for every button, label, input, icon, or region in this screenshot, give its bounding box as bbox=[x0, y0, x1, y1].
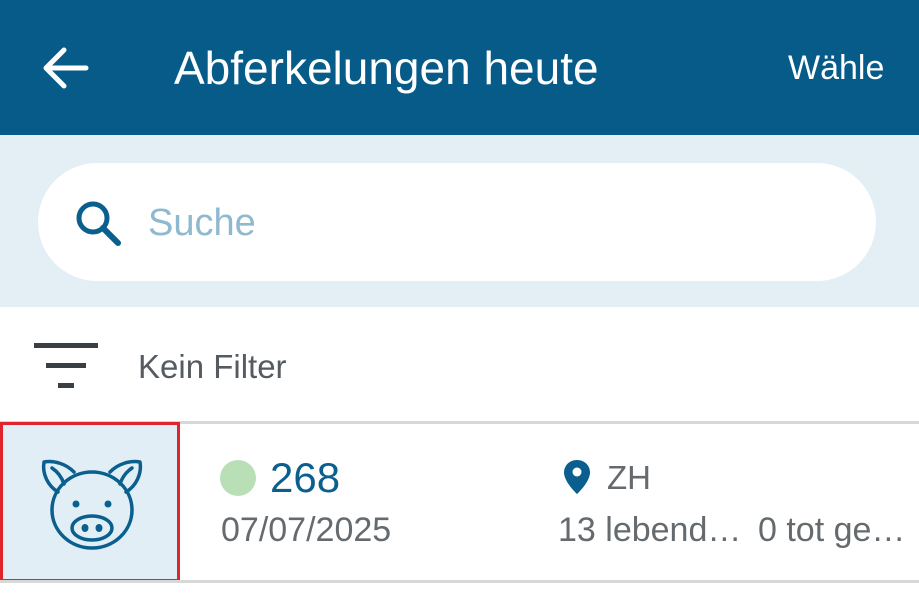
list-item[interactable]: 268 07/07/2025 ZH 13 lebend geboren 0 to… bbox=[0, 422, 919, 582]
sow-number: 268 bbox=[270, 454, 341, 501]
search-icon bbox=[76, 201, 121, 246]
filter-label: Kein Filter bbox=[138, 348, 287, 385]
filter-icon bbox=[34, 343, 98, 388]
status-indicator bbox=[220, 460, 256, 496]
born-alive-count: 13 lebend geboren bbox=[558, 511, 744, 549]
select-button[interactable]: Wähle bbox=[788, 48, 884, 88]
divider bbox=[0, 580, 919, 583]
search-area bbox=[0, 135, 919, 307]
pig-icon bbox=[41, 459, 143, 550]
location-label: ZH bbox=[607, 459, 651, 496]
back-button[interactable] bbox=[36, 42, 92, 94]
location-pin-icon bbox=[564, 460, 590, 494]
search-box[interactable] bbox=[38, 163, 876, 281]
search-input[interactable] bbox=[146, 189, 830, 257]
avatar[interactable] bbox=[0, 422, 180, 582]
page-title: Abferkelungen heute bbox=[174, 42, 599, 94]
filter-row[interactable]: Kein Filter bbox=[0, 307, 919, 422]
arrow-left-icon bbox=[43, 47, 89, 89]
stillborn-count: 0 tot geboren bbox=[758, 511, 919, 549]
app-header: Abferkelungen heute Wähle bbox=[0, 0, 919, 135]
farrowing-date: 07/07/2025 bbox=[221, 511, 392, 549]
